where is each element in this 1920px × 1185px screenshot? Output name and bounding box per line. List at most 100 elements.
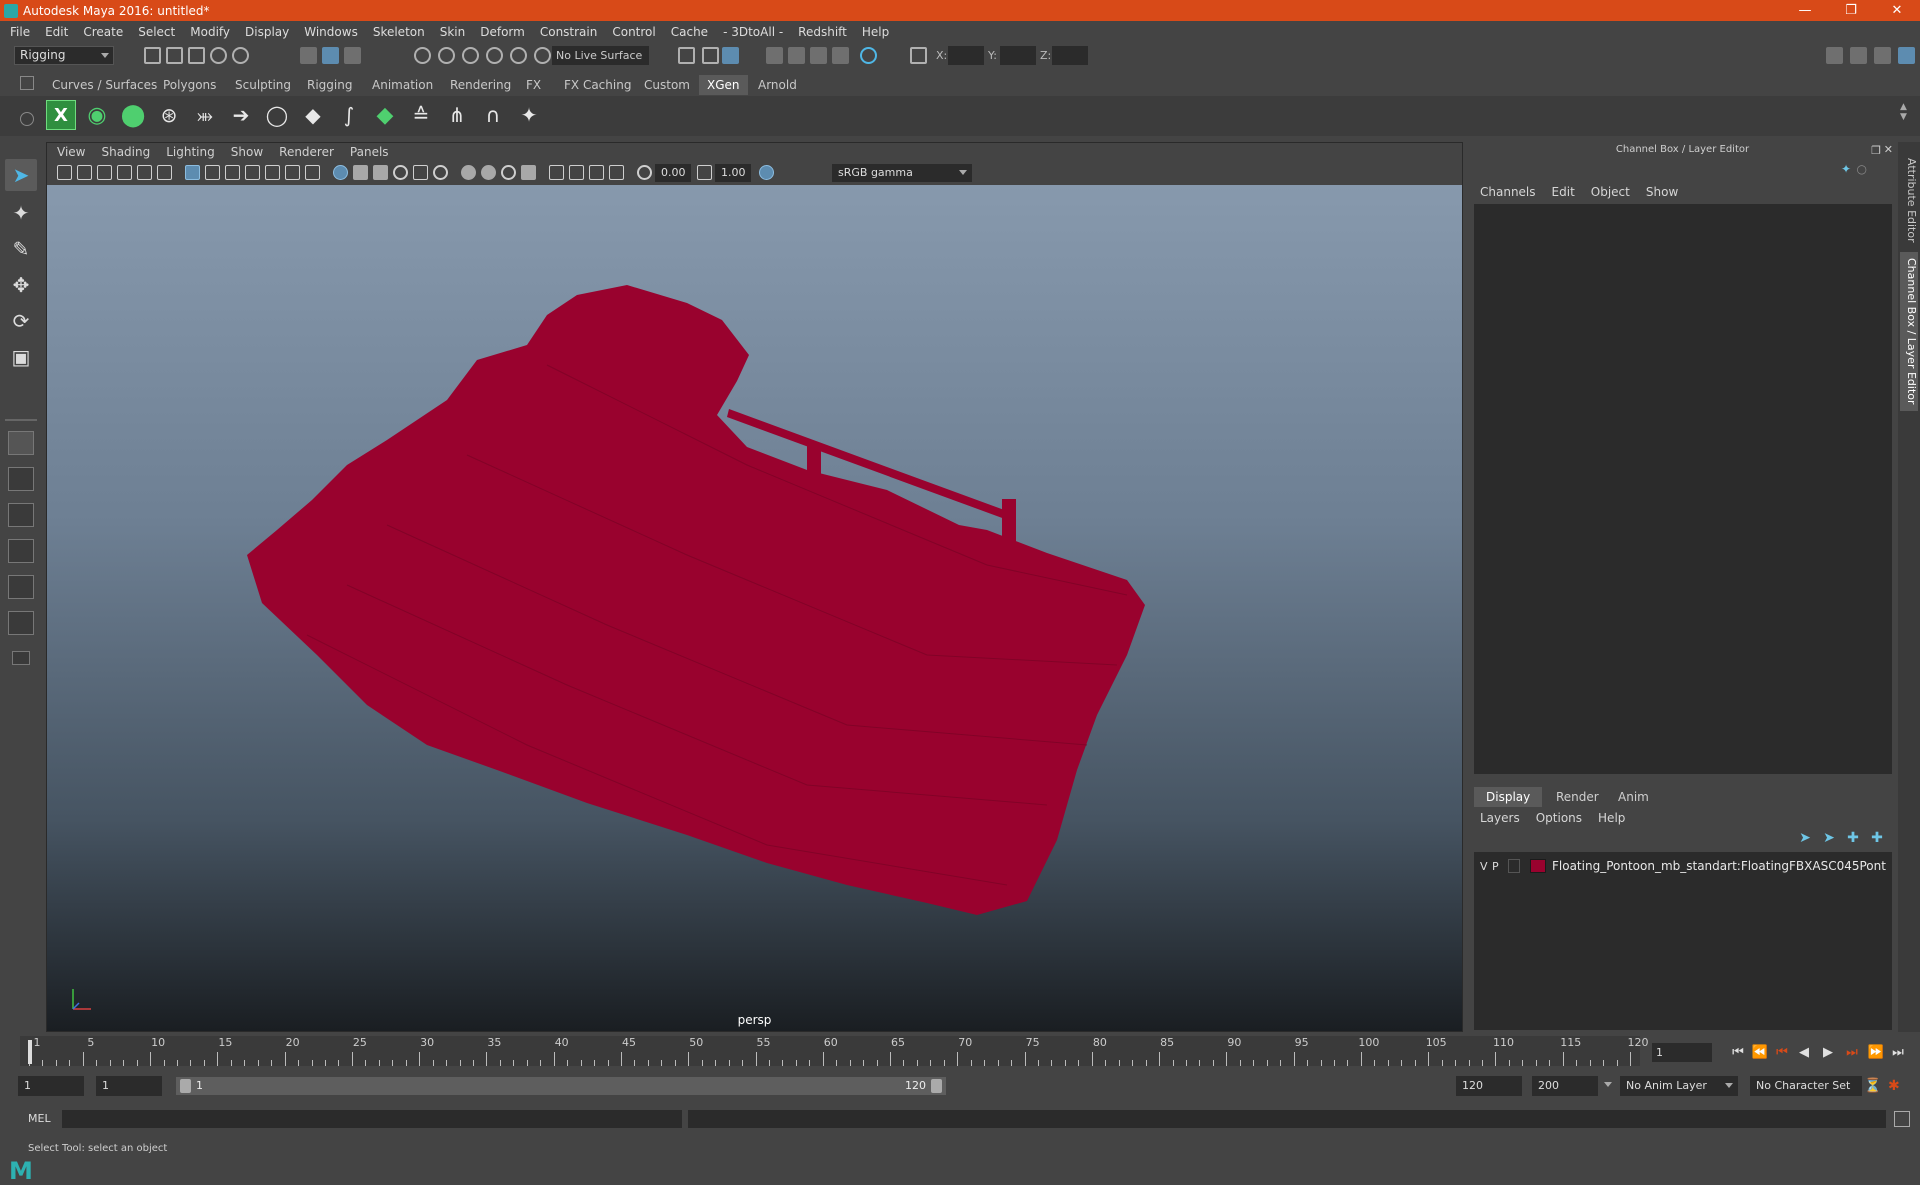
live-surface-field[interactable]: No Live Surface bbox=[552, 46, 649, 65]
2d-pan-zoom-icon[interactable] bbox=[137, 165, 152, 180]
command-input[interactable] bbox=[62, 1110, 682, 1128]
menu-cache[interactable]: Cache bbox=[671, 25, 708, 39]
pontoon-model[interactable] bbox=[47, 185, 1462, 1031]
animation-prefs-icon[interactable]: ✱ bbox=[1888, 1078, 1900, 1094]
layer-name[interactable]: Floating_Pontoon_mb_standart:FloatingFBX… bbox=[1552, 859, 1886, 873]
wireframe-icon[interactable] bbox=[333, 165, 348, 180]
xray-joints-icon[interactable] bbox=[589, 165, 604, 180]
range-start-handle[interactable] bbox=[180, 1079, 191, 1093]
move-tool[interactable]: ✥ bbox=[5, 269, 37, 301]
close-icon[interactable]: ✕ bbox=[1874, 0, 1920, 21]
playback-start-field[interactable]: 1 bbox=[96, 1076, 162, 1096]
resolution-gate-icon[interactable] bbox=[225, 165, 240, 180]
menu-constrain[interactable]: Constrain bbox=[540, 25, 598, 39]
go-to-start-icon[interactable]: ⏮ bbox=[1728, 1043, 1748, 1062]
snap-pivot-icon[interactable] bbox=[534, 47, 551, 64]
xgen-cut-icon[interactable]: ⋔ bbox=[442, 100, 472, 130]
layer-visibility-toggle[interactable]: V bbox=[1480, 860, 1492, 873]
rotate-tool[interactable]: ⟳ bbox=[5, 305, 37, 337]
new-layer-selected-icon[interactable]: ✚ bbox=[1869, 830, 1885, 846]
lasso-tool[interactable]: ✦ bbox=[5, 197, 37, 229]
menu-display[interactable]: Display bbox=[245, 25, 289, 39]
redo-icon[interactable] bbox=[232, 47, 249, 64]
tab-rendering[interactable]: Rendering bbox=[442, 75, 519, 95]
range-end-handle[interactable] bbox=[931, 1079, 942, 1093]
layer-row[interactable]: V P Floating_Pontoon_mb_standart:Floatin… bbox=[1474, 856, 1892, 876]
tab-fx[interactable]: FX bbox=[518, 75, 549, 95]
animation-start-field[interactable]: 1 bbox=[18, 1076, 84, 1096]
tab-custom[interactable]: Custom bbox=[636, 75, 698, 95]
xgen-editor-icon[interactable]: X bbox=[46, 100, 76, 130]
input-ops-icon[interactable] bbox=[678, 47, 695, 64]
tab-render[interactable]: Render bbox=[1544, 787, 1611, 807]
tab-curves-surfaces[interactable]: Curves / Surfaces bbox=[44, 75, 165, 95]
menu-help[interactable]: Help bbox=[862, 25, 889, 39]
grid-icon[interactable] bbox=[185, 165, 200, 180]
select-tool[interactable]: ➤ bbox=[5, 159, 37, 191]
snap-view-plane-icon[interactable] bbox=[486, 47, 503, 64]
menu-object[interactable]: Object bbox=[1591, 185, 1630, 199]
restore-icon[interactable]: ❐ bbox=[1828, 0, 1874, 21]
grease-pencil-icon[interactable] bbox=[157, 165, 172, 180]
current-time-marker[interactable] bbox=[28, 1040, 32, 1064]
image-plane-icon[interactable] bbox=[117, 165, 132, 180]
snap-curve-icon[interactable] bbox=[438, 47, 455, 64]
menu-layer-help[interactable]: Help bbox=[1598, 811, 1625, 825]
construction-history-icon[interactable] bbox=[722, 47, 739, 64]
persp-uv-layout[interactable] bbox=[8, 611, 34, 635]
gamma-icon[interactable] bbox=[697, 165, 712, 180]
viewport-menu-shading[interactable]: Shading bbox=[101, 145, 150, 159]
depth-of-field-icon[interactable] bbox=[521, 165, 536, 180]
close-panel-icon[interactable]: ✕ bbox=[1884, 143, 1893, 156]
channel-display-icon[interactable]: ○ bbox=[1857, 162, 1867, 176]
modeling-toolkit-icon[interactable] bbox=[1826, 47, 1843, 64]
script-language-label[interactable]: MEL bbox=[28, 1112, 51, 1125]
shadows-icon[interactable] bbox=[433, 165, 448, 180]
isolate-select-icon[interactable] bbox=[549, 165, 564, 180]
wireframe-on-shaded-icon[interactable] bbox=[373, 165, 388, 180]
viewport-menu-view[interactable]: View bbox=[57, 145, 85, 159]
snap-surface-icon[interactable] bbox=[510, 47, 527, 64]
menu-control[interactable]: Control bbox=[612, 25, 655, 39]
viewport-menu-panels[interactable]: Panels bbox=[350, 145, 389, 159]
xgen-place-guide-icon[interactable]: ⤕ bbox=[190, 100, 220, 130]
open-scene-icon[interactable] bbox=[166, 47, 183, 64]
field-chart-icon[interactable] bbox=[265, 165, 280, 180]
tab-polygons[interactable]: Polygons bbox=[155, 75, 224, 95]
menu-options[interactable]: Options bbox=[1536, 811, 1582, 825]
minimize-icon[interactable]: — bbox=[1782, 0, 1828, 21]
step-back-icon[interactable]: ⏪ bbox=[1750, 1043, 1770, 1062]
shelf-menu-icon[interactable] bbox=[20, 76, 34, 90]
save-scene-icon[interactable] bbox=[188, 47, 205, 64]
tab-animation[interactable]: Animation bbox=[364, 75, 441, 95]
tool-settings-icon[interactable] bbox=[1874, 47, 1891, 64]
view-transform-select[interactable]: sRGB gamma bbox=[832, 164, 972, 182]
channel-box-icon[interactable] bbox=[1898, 47, 1915, 64]
play-forward-icon[interactable]: ▶ bbox=[1818, 1043, 1838, 1062]
xgen-lock-length-icon[interactable]: ◆ bbox=[298, 100, 328, 130]
new-layer-icon[interactable]: ✚ bbox=[1845, 830, 1861, 846]
shelf-scroll-icon[interactable]: ▲ ▼ bbox=[1900, 102, 1907, 122]
channel-box-area[interactable] bbox=[1474, 204, 1892, 774]
color-management-icon[interactable] bbox=[759, 165, 774, 180]
paint-select-tool[interactable]: ✎ bbox=[5, 233, 37, 265]
menu-redshift[interactable]: Redshift bbox=[798, 25, 847, 39]
xgen-add-guide-icon[interactable]: ➔ bbox=[226, 100, 256, 130]
layer-playback-toggle[interactable]: P bbox=[1492, 860, 1504, 873]
menu-skeleton[interactable]: Skeleton bbox=[373, 25, 425, 39]
screen-space-ao-icon[interactable] bbox=[461, 165, 476, 180]
viewport-menu-show[interactable]: Show bbox=[231, 145, 263, 159]
select-component-icon[interactable] bbox=[344, 47, 361, 64]
bookmark-icon[interactable] bbox=[97, 165, 112, 180]
xgen-groom-icon[interactable]: ⊛ bbox=[154, 100, 184, 130]
textured-icon[interactable] bbox=[393, 165, 408, 180]
xgen-clump-icon[interactable]: ≙ bbox=[406, 100, 436, 130]
menu-modify[interactable]: Modify bbox=[190, 25, 230, 39]
tab-attribute-editor[interactable]: Attribute Editor bbox=[1900, 152, 1918, 249]
tab-display[interactable]: Display bbox=[1474, 787, 1543, 807]
xray-icon[interactable] bbox=[569, 165, 584, 180]
use-all-lights-icon[interactable] bbox=[413, 165, 428, 180]
float-panel-icon[interactable]: ❐ bbox=[1871, 144, 1881, 157]
chevron-down-icon[interactable] bbox=[1604, 1082, 1612, 1087]
render-current-frame-icon[interactable] bbox=[788, 47, 805, 64]
